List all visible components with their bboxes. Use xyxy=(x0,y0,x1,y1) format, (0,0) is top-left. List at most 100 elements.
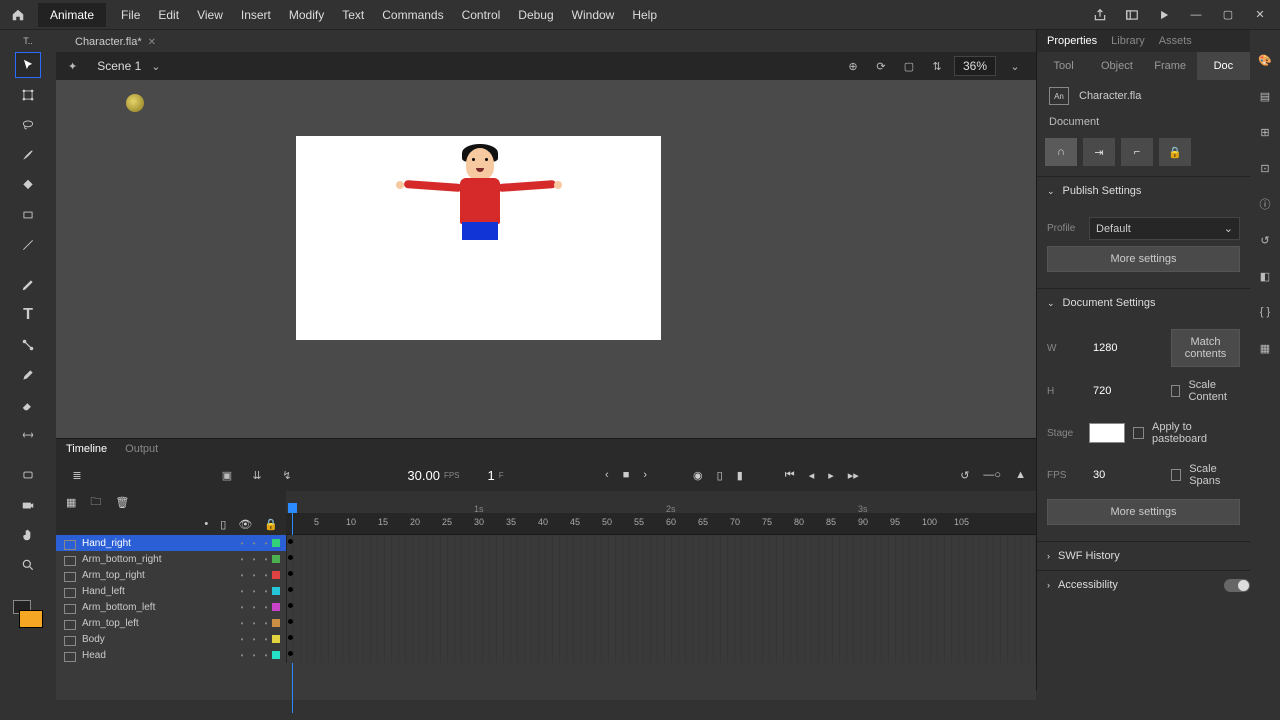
close-tab-icon[interactable]: ✕ xyxy=(148,37,156,48)
play-icon[interactable] xyxy=(1152,3,1176,27)
frame-icon[interactable]: ▮ xyxy=(737,469,743,482)
layer-color-chip[interactable] xyxy=(272,651,280,659)
height-value[interactable]: 720 xyxy=(1089,382,1163,400)
accessibility-toggle[interactable] xyxy=(1224,579,1250,592)
window-minimize-icon[interactable]: — xyxy=(1184,3,1208,27)
menu-debug[interactable]: Debug xyxy=(518,8,553,22)
menu-help[interactable]: Help xyxy=(632,8,657,22)
ruler-button[interactable]: ⌐ xyxy=(1121,138,1153,166)
layer-color-chip[interactable] xyxy=(272,619,280,627)
components-icon[interactable]: ◧ xyxy=(1255,266,1275,286)
subtab-frame[interactable]: Frame xyxy=(1144,52,1197,80)
next-frame-icon[interactable]: › xyxy=(643,469,647,481)
blank-keyframe-icon[interactable]: ▯ xyxy=(717,469,723,482)
layer-frames[interactable] xyxy=(286,535,1036,551)
layer-frames[interactable] xyxy=(286,631,1036,647)
rotate-stage-icon[interactable]: ⟳ xyxy=(872,60,890,73)
document-settings-header[interactable]: ⌄Document Settings xyxy=(1037,289,1250,317)
new-layer-icon[interactable]: ▦ xyxy=(66,496,76,509)
bone-tool[interactable] xyxy=(15,332,41,358)
snap-button[interactable]: ∩ xyxy=(1045,138,1077,166)
text-tool[interactable]: T xyxy=(15,302,41,328)
publish-settings-header[interactable]: ⌄Publish Settings xyxy=(1037,177,1250,205)
home-icon[interactable] xyxy=(8,5,28,25)
scene-nav-icon[interactable]: ✦ xyxy=(68,60,77,73)
layer-frames[interactable] xyxy=(286,551,1036,567)
zoom-dropdown-icon[interactable]: ⌄ xyxy=(1006,60,1024,73)
profile-select[interactable]: Default⌄ xyxy=(1089,217,1240,240)
accessibility-header[interactable]: ›Accessibility xyxy=(1037,571,1250,599)
menu-modify[interactable]: Modify xyxy=(289,8,324,22)
layer-color-chip[interactable] xyxy=(272,555,280,563)
prev-frame-icon[interactable]: ‹ xyxy=(605,469,609,481)
menu-view[interactable]: View xyxy=(197,8,223,22)
tab-timeline[interactable]: Timeline xyxy=(66,443,107,455)
camera-icon[interactable]: ▣ xyxy=(216,464,238,486)
keyframe-marker[interactable] xyxy=(288,603,293,608)
onion-skin-icon[interactable]: ↯ xyxy=(276,464,298,486)
tab-properties[interactable]: Properties xyxy=(1047,35,1097,47)
apply-pasteboard-checkbox[interactable] xyxy=(1133,427,1144,439)
history-icon[interactable]: ↺ xyxy=(1255,230,1275,250)
subtab-object[interactable]: Object xyxy=(1090,52,1143,80)
eraser-tool[interactable] xyxy=(15,392,41,418)
actions-icon[interactable]: { } xyxy=(1255,302,1275,322)
subtab-doc[interactable]: Doc xyxy=(1197,52,1250,80)
swatches-icon[interactable]: 🎨 xyxy=(1255,50,1275,70)
zoom-timeline-icon[interactable]: ▲ xyxy=(1015,469,1026,481)
keyframe-marker[interactable] xyxy=(288,539,293,544)
file-tab-character[interactable]: Character.fla* ✕ xyxy=(65,32,166,52)
align-icon[interactable]: ⊞ xyxy=(1255,122,1275,142)
stage-color-swatch[interactable] xyxy=(1089,423,1125,443)
eyedropper-tool[interactable] xyxy=(15,362,41,388)
swf-history-header[interactable]: ›SWF History xyxy=(1037,542,1250,570)
keyframe-marker[interactable] xyxy=(288,571,293,576)
width-value[interactable]: 1280 xyxy=(1089,339,1163,357)
selection-tool[interactable] xyxy=(15,52,41,78)
color-icon[interactable]: ▤ xyxy=(1255,86,1275,106)
step-back-icon[interactable]: ◂ xyxy=(809,469,815,482)
subtab-tool[interactable]: Tool xyxy=(1037,52,1090,80)
free-transform-tool[interactable] xyxy=(15,82,41,108)
paint-bucket-tool[interactable] xyxy=(15,172,41,198)
layer-stack-icon[interactable]: ≣ xyxy=(66,464,88,486)
clip-stage-icon[interactable]: ▢ xyxy=(900,60,918,73)
layer-row[interactable]: Hand_right ••• xyxy=(56,535,1036,551)
highlight-col-icon[interactable]: • xyxy=(204,518,208,530)
layer-frames[interactable] xyxy=(286,567,1036,583)
menu-insert[interactable]: Insert xyxy=(241,8,271,22)
step-fwd-icon[interactable]: ▸▸ xyxy=(848,469,859,482)
menu-edit[interactable]: Edit xyxy=(158,8,179,22)
visibility-col-icon[interactable]: 👁 xyxy=(238,518,252,531)
share-icon[interactable] xyxy=(1088,3,1112,27)
line-tool[interactable] xyxy=(15,232,41,258)
color-swatches[interactable] xyxy=(13,600,43,628)
frame-ruler[interactable]: 5101520253035404550556065707580859095100… xyxy=(286,513,1036,535)
tab-assets[interactable]: Assets xyxy=(1159,35,1192,47)
publish-more-button[interactable]: More settings xyxy=(1047,246,1240,272)
zoom-value[interactable]: 36% xyxy=(954,56,996,76)
stage-canvas[interactable] xyxy=(296,136,661,340)
match-contents-button[interactable]: Match contents xyxy=(1171,329,1240,367)
layer-frames[interactable] xyxy=(286,615,1036,631)
width-tool[interactable] xyxy=(15,422,41,448)
layer-row[interactable]: Arm_top_left ••• xyxy=(56,615,1036,631)
layer-color-chip[interactable] xyxy=(272,571,280,579)
scene-dropdown-icon[interactable]: ⌄ xyxy=(151,60,160,73)
layer-color-chip[interactable] xyxy=(272,587,280,595)
keyframe-marker[interactable] xyxy=(288,619,293,624)
layer-row[interactable]: Head ••• xyxy=(56,647,1036,663)
fps-value[interactable]: 30.00 xyxy=(407,468,440,483)
scene-name[interactable]: Scene 1 xyxy=(97,59,141,73)
keyframe-marker[interactable] xyxy=(288,587,293,592)
layer-row[interactable]: Body ••• xyxy=(56,631,1036,647)
layer-color-chip[interactable] xyxy=(272,635,280,643)
menu-window[interactable]: Window xyxy=(572,8,615,22)
menu-commands[interactable]: Commands xyxy=(382,8,443,22)
layer-depth-icon[interactable]: ⇊ xyxy=(246,464,268,486)
fill-swatch[interactable] xyxy=(19,610,43,628)
span-range-icon[interactable]: —○ xyxy=(983,469,1001,481)
menu-file[interactable]: File xyxy=(121,8,140,22)
asset-warp-tool[interactable] xyxy=(15,462,41,488)
window-close-icon[interactable]: ✕ xyxy=(1248,3,1272,27)
